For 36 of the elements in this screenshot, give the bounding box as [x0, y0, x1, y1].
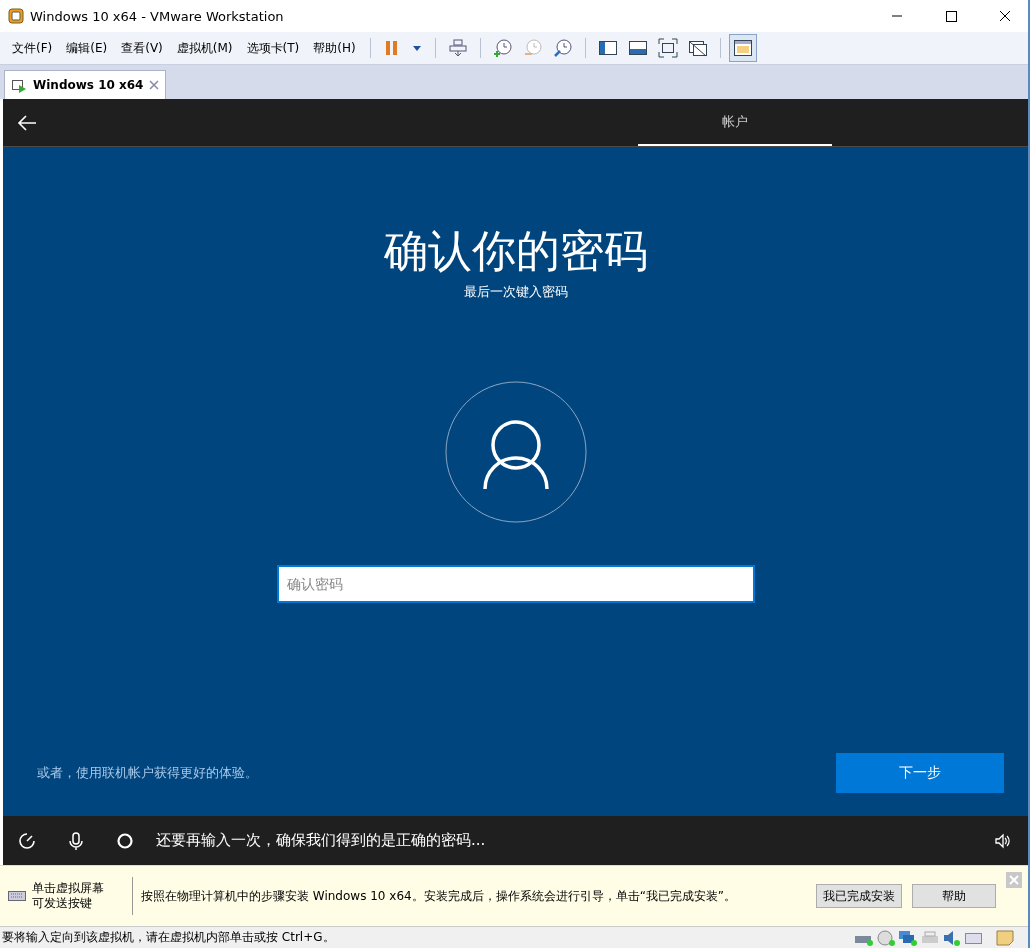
step-tab[interactable]: 帐户: [638, 99, 832, 146]
menu-item[interactable]: 编辑(E): [60, 39, 114, 57]
menu-item[interactable]: 选项卡(T): [240, 39, 306, 57]
sound-icon[interactable]: [942, 929, 962, 946]
circle-icon[interactable]: [115, 830, 135, 851]
microphone-icon[interactable]: [66, 830, 86, 851]
vm-tab[interactable]: Windows 10 x64: [4, 70, 167, 99]
next-button[interactable]: 下一步: [836, 753, 1004, 793]
notification-button[interactable]: 我已完成安装: [816, 884, 902, 908]
menu-item[interactable]: 文件(F): [6, 39, 59, 57]
menu-item[interactable]: 虚拟机(M): [170, 39, 239, 57]
menu-item[interactable]: 帮助(H): [307, 39, 362, 57]
close-icon[interactable]: [149, 80, 160, 90]
click-hint-text: 单击虚拟屏幕: [32, 881, 104, 896]
notification-button[interactable]: 帮助: [912, 884, 996, 908]
window-title: Windows 10 x64 - VMware Workstation: [30, 8, 285, 24]
caption-text: 还要再输入一次，确保我们得到的是正确的密码...: [156, 831, 487, 850]
network-adapter-icon[interactable]: [898, 929, 918, 946]
cd-drive-icon[interactable]: [876, 929, 896, 946]
tab-label: Windows 10 x64: [33, 78, 144, 92]
user-avatar-icon: [444, 381, 587, 523]
speaker-icon[interactable]: [994, 832, 1010, 849]
vm-play-icon: [11, 77, 27, 93]
page-subtitle: 最后一次键入密码: [463, 283, 568, 301]
status-text: 要将输入定向到该虚拟机，请在虚拟机内部单击或按 Ctrl+G。: [1, 929, 336, 946]
keyboard-icon: [8, 889, 26, 903]
install-message: 按照在物理计算机中的步骤安装 Windows 10 x64。安装完成后，操作系统会进行引导，单击“我已完成安装”。: [141, 887, 738, 905]
password-field[interactable]: 确认密码: [276, 565, 755, 603]
back-arrow-icon[interactable]: [17, 114, 37, 131]
note-icon[interactable]: [996, 929, 1014, 946]
window-view-icon[interactable]: [728, 34, 757, 62]
page-title: 确认你的密码: [383, 224, 648, 278]
click-hint-text: 可发送按键: [32, 896, 92, 911]
app-logo-icon: [8, 8, 24, 24]
menu-item[interactable]: 查看(V): [115, 39, 169, 57]
online-account-link[interactable]: 或者，使用联机帐户获得更好的体验。: [37, 764, 258, 782]
